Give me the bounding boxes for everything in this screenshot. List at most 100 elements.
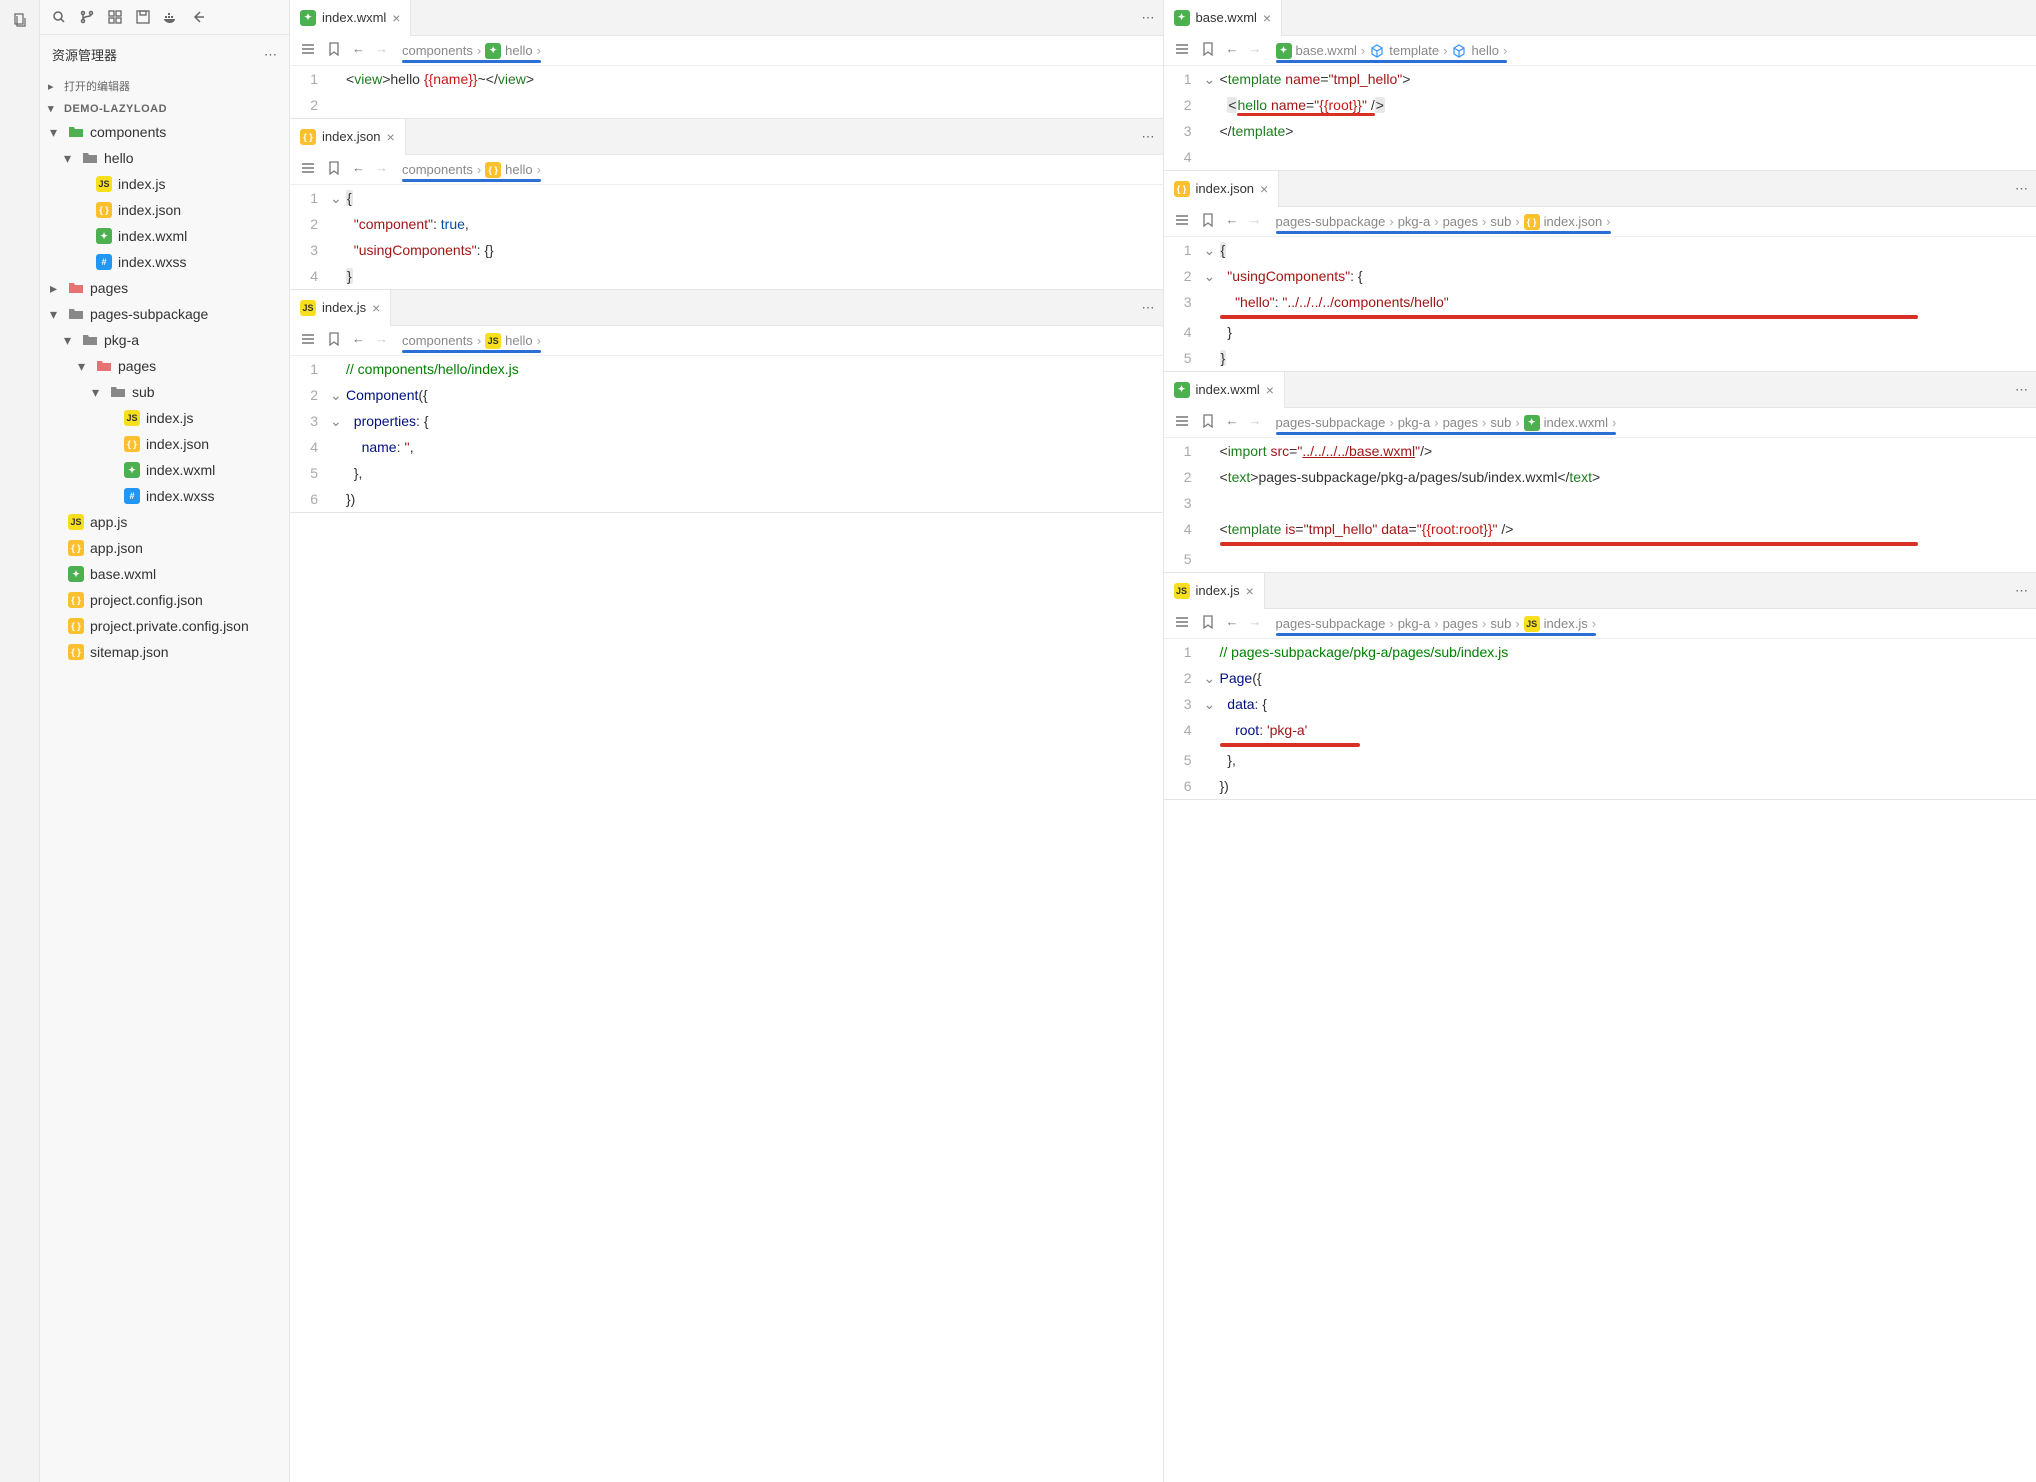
tree-item[interactable]: ▾components (40, 119, 289, 145)
tree-item[interactable]: #index.wxss (40, 249, 289, 275)
tree-item[interactable]: ▾hello (40, 145, 289, 171)
breadcrumb[interactable]: components›{ }hello› (402, 162, 541, 178)
fold-icon[interactable] (330, 486, 346, 512)
bookmark-icon[interactable] (1200, 212, 1216, 231)
breadcrumb[interactable]: components›✦hello› (402, 43, 541, 59)
extensions-icon[interactable] (106, 8, 124, 26)
fold-icon[interactable]: ⌄ (330, 185, 346, 211)
forward-icon[interactable]: → (375, 41, 388, 60)
fold-icon[interactable] (330, 66, 346, 92)
editor-tab[interactable]: JSindex.js× (290, 290, 391, 326)
close-icon[interactable]: × (1246, 583, 1254, 599)
section-project[interactable]: ▾ DEMO-LAZYLOAD (40, 98, 289, 119)
fold-icon[interactable] (1204, 546, 1220, 572)
fold-icon[interactable] (1204, 319, 1220, 345)
forward-icon[interactable]: → (1249, 614, 1262, 633)
list-icon[interactable] (300, 41, 316, 60)
forward-icon[interactable]: → (1249, 212, 1262, 231)
close-icon[interactable]: × (392, 10, 400, 26)
more-icon[interactable]: ⋯ (1142, 10, 1155, 26)
fold-icon[interactable] (330, 434, 346, 460)
tree-item[interactable]: ▾pages (40, 353, 289, 379)
close-icon[interactable]: × (1266, 382, 1274, 398)
fold-icon[interactable] (1204, 118, 1220, 144)
code-editor[interactable]: 1⌄<template name="tmpl_hello">2 <hello n… (1164, 66, 2036, 170)
tree-item[interactable]: ▸pages (40, 275, 289, 301)
fold-icon[interactable] (330, 92, 346, 118)
fold-icon[interactable]: ⌄ (1204, 66, 1220, 92)
tree-item[interactable]: ▾sub (40, 379, 289, 405)
tree-item[interactable]: #index.wxss (40, 483, 289, 509)
fold-icon[interactable] (330, 356, 346, 382)
search-icon[interactable] (50, 8, 68, 26)
editor-tab[interactable]: JSindex.js× (1164, 573, 1265, 609)
more-icon[interactable]: ⋯ (2015, 382, 2028, 398)
fold-icon[interactable] (1204, 464, 1220, 490)
fold-icon[interactable] (330, 211, 346, 237)
more-icon[interactable]: ⋯ (2015, 583, 2028, 599)
fold-icon[interactable]: ⌄ (1204, 665, 1220, 691)
code-editor[interactable]: 1⌄{2⌄ "usingComponents": {3 "hello": "..… (1164, 237, 2036, 371)
branch-icon[interactable] (78, 8, 96, 26)
tree-item[interactable]: { }project.private.config.json (40, 613, 289, 639)
fold-icon[interactable] (1204, 92, 1220, 118)
fold-icon[interactable]: ⌄ (1204, 263, 1220, 289)
back-icon[interactable]: ← (1226, 614, 1239, 633)
bookmark-icon[interactable] (326, 160, 342, 179)
fold-icon[interactable] (1204, 717, 1220, 743)
bookmark-icon[interactable] (1200, 41, 1216, 60)
breadcrumb[interactable]: components›JShello› (402, 333, 541, 349)
more-icon[interactable]: ⋯ (1142, 129, 1155, 145)
breadcrumb[interactable]: pages-subpackage›pkg-a›pages›sub›{ }inde… (1276, 214, 1611, 230)
bookmark-icon[interactable] (1200, 413, 1216, 432)
forward-icon[interactable]: → (1249, 41, 1262, 60)
tree-item[interactable]: { }index.json (40, 197, 289, 223)
close-icon[interactable]: × (372, 300, 380, 316)
code-editor[interactable]: 1// pages-subpackage/pkg-a/pages/sub/ind… (1164, 639, 2036, 799)
tree-item[interactable]: ▾pages-subpackage (40, 301, 289, 327)
forward-icon[interactable]: → (375, 331, 388, 350)
fold-icon[interactable]: ⌄ (1204, 691, 1220, 717)
close-icon[interactable]: × (1263, 10, 1271, 26)
editor-tab[interactable]: ✦index.wxml× (290, 0, 411, 36)
fold-icon[interactable] (1204, 639, 1220, 665)
back-icon[interactable]: ← (352, 160, 365, 179)
list-icon[interactable] (1174, 614, 1190, 633)
fold-icon[interactable] (1204, 144, 1220, 170)
bookmark-icon[interactable] (1200, 614, 1216, 633)
fold-icon[interactable] (330, 460, 346, 486)
fold-icon[interactable]: ⌄ (330, 382, 346, 408)
fold-icon[interactable] (330, 263, 346, 289)
code-editor[interactable]: 1// components/hello/index.js2⌄Component… (290, 356, 1163, 512)
tree-item[interactable]: JSindex.js (40, 171, 289, 197)
collapse-icon[interactable] (190, 8, 208, 26)
fold-icon[interactable]: ⌄ (1204, 237, 1220, 263)
fold-icon[interactable] (1204, 773, 1220, 799)
tree-item[interactable]: ✦index.wxml (40, 223, 289, 249)
breadcrumb[interactable]: pages-subpackage›pkg-a›pages›sub›JSindex… (1276, 616, 1597, 632)
fold-icon[interactable] (1204, 516, 1220, 542)
code-editor[interactable]: 1<view>hello {{name}}~</view>2 (290, 66, 1163, 118)
list-icon[interactable] (1174, 41, 1190, 60)
tree-item[interactable]: ▾pkg-a (40, 327, 289, 353)
list-icon[interactable] (1174, 413, 1190, 432)
editor-tab[interactable]: ✦index.wxml× (1164, 372, 1285, 408)
tree-item[interactable]: ✦base.wxml (40, 561, 289, 587)
bookmark-icon[interactable] (326, 331, 342, 350)
list-icon[interactable] (300, 160, 316, 179)
editor-tab[interactable]: { }index.json× (290, 119, 406, 155)
editor-tab[interactable]: ✦base.wxml× (1164, 0, 1283, 36)
fold-icon[interactable] (1204, 345, 1220, 371)
back-icon[interactable]: ← (1226, 212, 1239, 231)
tree-item[interactable]: { }app.json (40, 535, 289, 561)
fold-icon[interactable] (1204, 438, 1220, 464)
editor-tab[interactable]: { }index.json× (1164, 171, 1280, 207)
close-icon[interactable]: × (1260, 181, 1268, 197)
fold-icon[interactable] (1204, 289, 1220, 315)
list-icon[interactable] (300, 331, 316, 350)
bookmark-icon[interactable] (326, 41, 342, 60)
fold-icon[interactable] (1204, 490, 1220, 516)
code-editor[interactable]: 1<import src="../../../../base.wxml"/>2<… (1164, 438, 2036, 572)
docker-icon[interactable] (162, 8, 180, 26)
close-icon[interactable]: × (387, 129, 395, 145)
